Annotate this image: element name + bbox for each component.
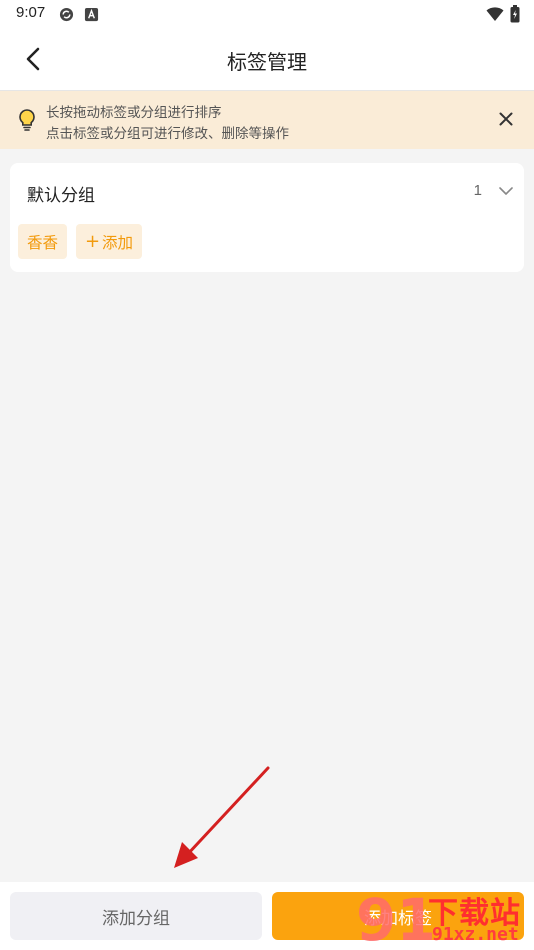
group-expand-toggle[interactable] — [496, 181, 516, 201]
tip-text-edit: 点击标签或分组可进行修改、删除等操作 — [46, 126, 289, 142]
tip-banner: 长按拖动标签或分组进行排序 点击标签或分组可进行修改、删除等操作 — [0, 91, 534, 149]
watermark-url: 91xz.net — [432, 924, 519, 945]
header: 标签管理 — [0, 28, 534, 91]
group-name: 默认分组 — [27, 186, 95, 206]
status-time: 9:07 — [16, 4, 46, 21]
wifi-icon — [486, 7, 504, 21]
tip-close-button[interactable] — [496, 109, 516, 129]
status-bar: 9:07 — [0, 0, 534, 28]
tip-text-sort: 长按拖动标签或分组进行排序 — [46, 105, 222, 121]
add-tag-chip-label: 添加 — [102, 233, 134, 252]
add-group-button[interactable]: 添加分组 — [10, 892, 262, 940]
battery-icon — [510, 5, 520, 23]
chevron-down-icon — [499, 187, 513, 195]
group-card[interactable]: 默认分组 1 香香 + 添加 — [10, 163, 524, 272]
watermark-logo-icon: 91 — [356, 886, 432, 950]
lightbulb-icon — [19, 109, 35, 131]
plus-icon: + — [84, 230, 101, 252]
tag-chip[interactable]: 香香 — [18, 224, 67, 259]
page-title: 标签管理 — [227, 50, 307, 74]
add-tag-chip[interactable]: + 添加 — [76, 224, 142, 259]
watermark-logo-text: 91 — [356, 886, 432, 950]
sync-icon — [59, 7, 74, 22]
watermark: 91 下载站 91xz.net — [352, 886, 534, 950]
annotation-arrow-icon — [174, 766, 270, 868]
group-tag-count: 1 — [473, 182, 482, 199]
close-icon — [499, 112, 513, 126]
app-a-icon — [84, 7, 99, 22]
